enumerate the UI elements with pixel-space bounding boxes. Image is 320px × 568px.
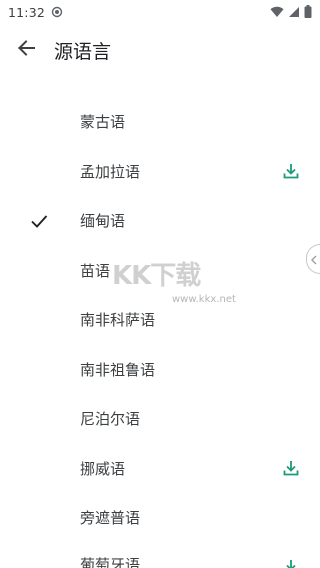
list-item[interactable]: 缅甸语 (0, 196, 320, 246)
language-list: 蒙古语 孟加拉语 缅甸语 苗语 南非科萨语 南非祖鲁语 尼泊尔语 挪威语 旁遮普… (0, 97, 320, 543)
arrow-back-icon (17, 39, 35, 61)
app-bar: 源语言 (0, 24, 320, 76)
download-icon[interactable] (281, 458, 301, 478)
back-button[interactable] (0, 24, 52, 76)
list-item-label: 苗语 (80, 261, 111, 280)
status-time: 11:32 (8, 4, 46, 20)
list-item-label: 葡萄牙语 (80, 556, 141, 568)
list-item[interactable]: 孟加拉语 (0, 147, 320, 197)
list-item[interactable]: 蒙古语 (0, 97, 320, 147)
list-item-label: 尼泊尔语 (80, 410, 141, 429)
notification-target-icon (51, 3, 63, 22)
page-title: 源语言 (54, 40, 112, 63)
list-item-label: 南非科萨语 (80, 311, 156, 330)
list-item[interactable]: 南非祖鲁语 (0, 345, 320, 395)
download-icon[interactable] (281, 161, 301, 181)
list-item-label: 挪威语 (80, 459, 126, 478)
status-right (270, 3, 312, 22)
chevron-left-icon (310, 250, 317, 269)
list-item-label: 缅甸语 (80, 212, 126, 231)
partial-list-item (80, 69, 128, 77)
list-item-label: 旁遮普语 (80, 509, 141, 528)
battery-icon (304, 3, 312, 22)
list-item[interactable]: 南非科萨语 (0, 295, 320, 345)
list-item-label: 蒙古语 (80, 113, 126, 132)
status-bar: 11:32 (0, 0, 320, 24)
signal-icon (288, 3, 300, 22)
status-left: 11:32 (8, 3, 63, 22)
list-item-label: 孟加拉语 (80, 162, 141, 181)
list-item[interactable]: 挪威语 (0, 444, 320, 494)
list-item-label: 南非祖鲁语 (80, 360, 156, 379)
partial-list-item-bottom[interactable]: 葡萄牙语 (0, 545, 320, 568)
check-icon (29, 211, 49, 231)
list-item[interactable]: 旁遮普语 (0, 493, 320, 543)
wifi-icon (270, 3, 284, 22)
list-item[interactable]: 苗语 (0, 246, 320, 296)
list-item[interactable]: 尼泊尔语 (0, 394, 320, 444)
download-icon[interactable] (281, 557, 301, 568)
